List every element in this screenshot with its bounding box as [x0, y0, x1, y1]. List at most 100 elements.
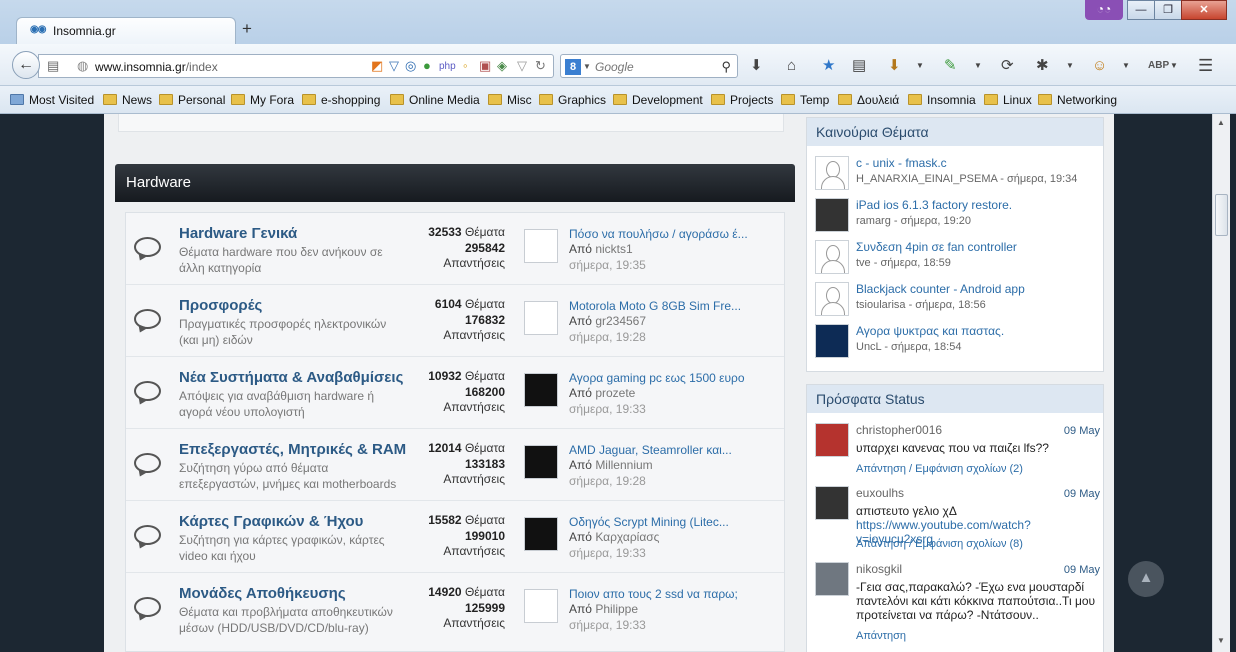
pen-icon[interactable]: ✎: [944, 58, 957, 74]
insomnia-favicon: ◉◉: [30, 24, 46, 35]
private-mask-icon[interactable]: ◔◔: [1085, 0, 1123, 20]
status-user[interactable]: euxoulhs: [856, 486, 904, 500]
bookmark-folder[interactable]: Δουλειά: [838, 93, 899, 107]
avatar[interactable]: [815, 562, 849, 596]
scrollbar[interactable]: ▲ ▼: [1212, 114, 1230, 652]
chart-extension-icon[interactable]: ◩: [371, 59, 383, 73]
bookmark-folder[interactable]: Graphics: [539, 93, 606, 107]
last-post-title[interactable]: Οδηγός Scrypt Mining (Litec...: [569, 515, 729, 529]
adblock-dropdown-icon[interactable]: ▼: [1170, 58, 1178, 74]
bug-dropdown-icon[interactable]: ▼: [1066, 58, 1074, 74]
pen-dropdown-icon[interactable]: ▼: [974, 58, 982, 74]
monkey-icon[interactable]: ☺: [1092, 58, 1107, 74]
reload-icon[interactable]: ↻: [535, 59, 546, 73]
new-tab-button[interactable]: +: [242, 19, 252, 39]
scroll-down-icon[interactable]: ▼: [1217, 636, 1225, 645]
minimize-button[interactable]: —: [1127, 0, 1155, 20]
monkey-dropdown-icon[interactable]: ▼: [1122, 58, 1130, 74]
status-user[interactable]: nikosgkil: [856, 562, 902, 576]
browser-tab[interactable]: ◉◉ Insomnia.gr: [16, 17, 236, 44]
avatar[interactable]: [815, 156, 849, 190]
last-post-title[interactable]: AMD Jaguar, Steamroller και...: [569, 443, 732, 457]
image-extension-icon[interactable]: ▣: [479, 59, 491, 73]
status-user[interactable]: christopher0016: [856, 423, 942, 437]
new-topic-title[interactable]: iPad ios 6.1.3 factory restore.: [856, 198, 1012, 212]
adblock-icon[interactable]: ABP: [1148, 58, 1169, 74]
url-text[interactable]: www.insomnia.gr/index: [95, 60, 218, 74]
maximize-button[interactable]: ❐: [1154, 0, 1182, 20]
dropdown-arrow-icon[interactable]: ▽: [517, 59, 527, 73]
last-post-thumbnail[interactable]: [524, 229, 558, 263]
last-post-date: σήμερα, 19:33: [569, 546, 646, 560]
bookmark-folder[interactable]: e-shopping: [302, 93, 380, 107]
new-topic-title[interactable]: c - unix - fmask.c: [856, 156, 947, 170]
new-topic-title[interactable]: Συνδεση 4pin σε fan controller: [856, 240, 1017, 254]
avatar[interactable]: [815, 240, 849, 274]
bookmark-folder[interactable]: Networking: [1038, 93, 1117, 107]
bug-icon[interactable]: ✱: [1036, 58, 1049, 74]
download-helper-icon[interactable]: ⬇: [888, 58, 901, 74]
bookmark-folder[interactable]: Insomnia: [908, 93, 976, 107]
downloads-icon[interactable]: ⬇: [750, 58, 763, 74]
bookmark-most-visited[interactable]: Most Visited: [10, 93, 94, 107]
forum-title[interactable]: Hardware Γενικά: [179, 225, 297, 242]
new-topic-title[interactable]: Αγορα ψυκτρας και παστας.: [856, 324, 1004, 338]
bookmark-star-icon[interactable]: ★: [822, 58, 835, 74]
last-post-title[interactable]: Ποιον απο τους 2 ssd να παρω;: [569, 587, 738, 601]
search-box[interactable]: 8 ▼ Google ⚲: [560, 54, 738, 78]
google-icon[interactable]: 8: [565, 59, 581, 75]
last-post-thumbnail[interactable]: [524, 517, 558, 551]
status-reply-link[interactable]: Απάντηση / Εμφάνιση σχολίων (2): [856, 463, 1023, 475]
bookmark-folder[interactable]: Temp: [781, 93, 829, 107]
close-button[interactable]: ✕: [1181, 0, 1227, 20]
forum-title[interactable]: Προσφορές: [179, 297, 262, 314]
avatar[interactable]: [815, 486, 849, 520]
scrollbar-thumb[interactable]: [1215, 194, 1228, 236]
forum-title[interactable]: Μονάδες Αποθήκευσης: [179, 585, 346, 602]
avatar[interactable]: [815, 198, 849, 232]
bulb-extension-icon[interactable]: ◦: [463, 59, 468, 73]
avatar[interactable]: [815, 282, 849, 316]
check-extension-icon[interactable]: ▽: [389, 59, 399, 73]
clipboard-icon[interactable]: ▤: [852, 58, 866, 74]
last-post-thumbnail[interactable]: [524, 589, 558, 623]
menu-icon[interactable]: ☰: [1198, 57, 1213, 74]
forum-title[interactable]: Νέα Συστήματα & Αναβαθμίσεις: [179, 369, 403, 386]
forum-title[interactable]: Κάρτες Γραφικών & Ήχου: [179, 513, 363, 530]
bookmark-folder[interactable]: Development: [613, 93, 703, 107]
scroll-to-top-button[interactable]: ▲: [1128, 561, 1164, 597]
w3c-extension-icon[interactable]: ◎: [405, 59, 416, 73]
scroll-up-icon[interactable]: ▲: [1217, 118, 1225, 127]
avatar[interactable]: [815, 423, 849, 457]
address-bar[interactable]: ▤ ◍ www.insomnia.gr/index ◩ ▽ ◎ ● php ◦ …: [38, 54, 554, 78]
last-post-title[interactable]: Πόσο να πουλήσω / αγοράσω έ...: [569, 227, 748, 241]
last-post-thumbnail[interactable]: [524, 373, 558, 407]
home-icon[interactable]: ⌂: [787, 58, 796, 74]
bookmark-folder[interactable]: Projects: [711, 93, 773, 107]
last-post-author: Από gr234567: [569, 314, 647, 328]
download-helper-dropdown-icon[interactable]: ▼: [916, 58, 924, 74]
bookmark-folder[interactable]: My Fora: [231, 93, 294, 107]
new-topic-title[interactable]: Blackjack counter - Android app: [856, 282, 1025, 296]
back-button[interactable]: ←: [12, 51, 40, 79]
bookmark-folder[interactable]: Linux: [984, 93, 1032, 107]
bookmark-folder[interactable]: Misc: [488, 93, 532, 107]
puzzle-extension-icon[interactable]: ◈: [497, 59, 507, 73]
sync-icon[interactable]: ⟳: [1001, 58, 1014, 74]
section-header[interactable]: Hardware: [115, 164, 795, 202]
search-engine-dropdown-icon[interactable]: ▼: [583, 60, 591, 74]
php-extension-icon[interactable]: php: [439, 60, 456, 74]
last-post-thumbnail[interactable]: [524, 445, 558, 479]
bookmark-folder[interactable]: Personal: [159, 93, 225, 107]
avatar[interactable]: [815, 324, 849, 358]
last-post-title[interactable]: Motorola Moto G 8GB Sim Fre...: [569, 299, 741, 313]
last-post-title[interactable]: Αγορα gaming pc εως 1500 ευρο: [569, 371, 745, 385]
status-reply-link[interactable]: Απάντηση / Εμφάνιση σχολίων (8): [856, 538, 1023, 550]
bookmark-folder[interactable]: Online Media: [390, 93, 480, 107]
last-post-thumbnail[interactable]: [524, 301, 558, 335]
bookmark-folder[interactable]: News: [103, 93, 152, 107]
status-reply-link[interactable]: Απάντηση: [856, 630, 906, 642]
green-g-extension-icon[interactable]: ●: [423, 59, 431, 73]
search-icon[interactable]: ⚲: [721, 59, 731, 75]
forum-title[interactable]: Επεξεργαστές, Μητρικές & RAM: [179, 441, 406, 458]
